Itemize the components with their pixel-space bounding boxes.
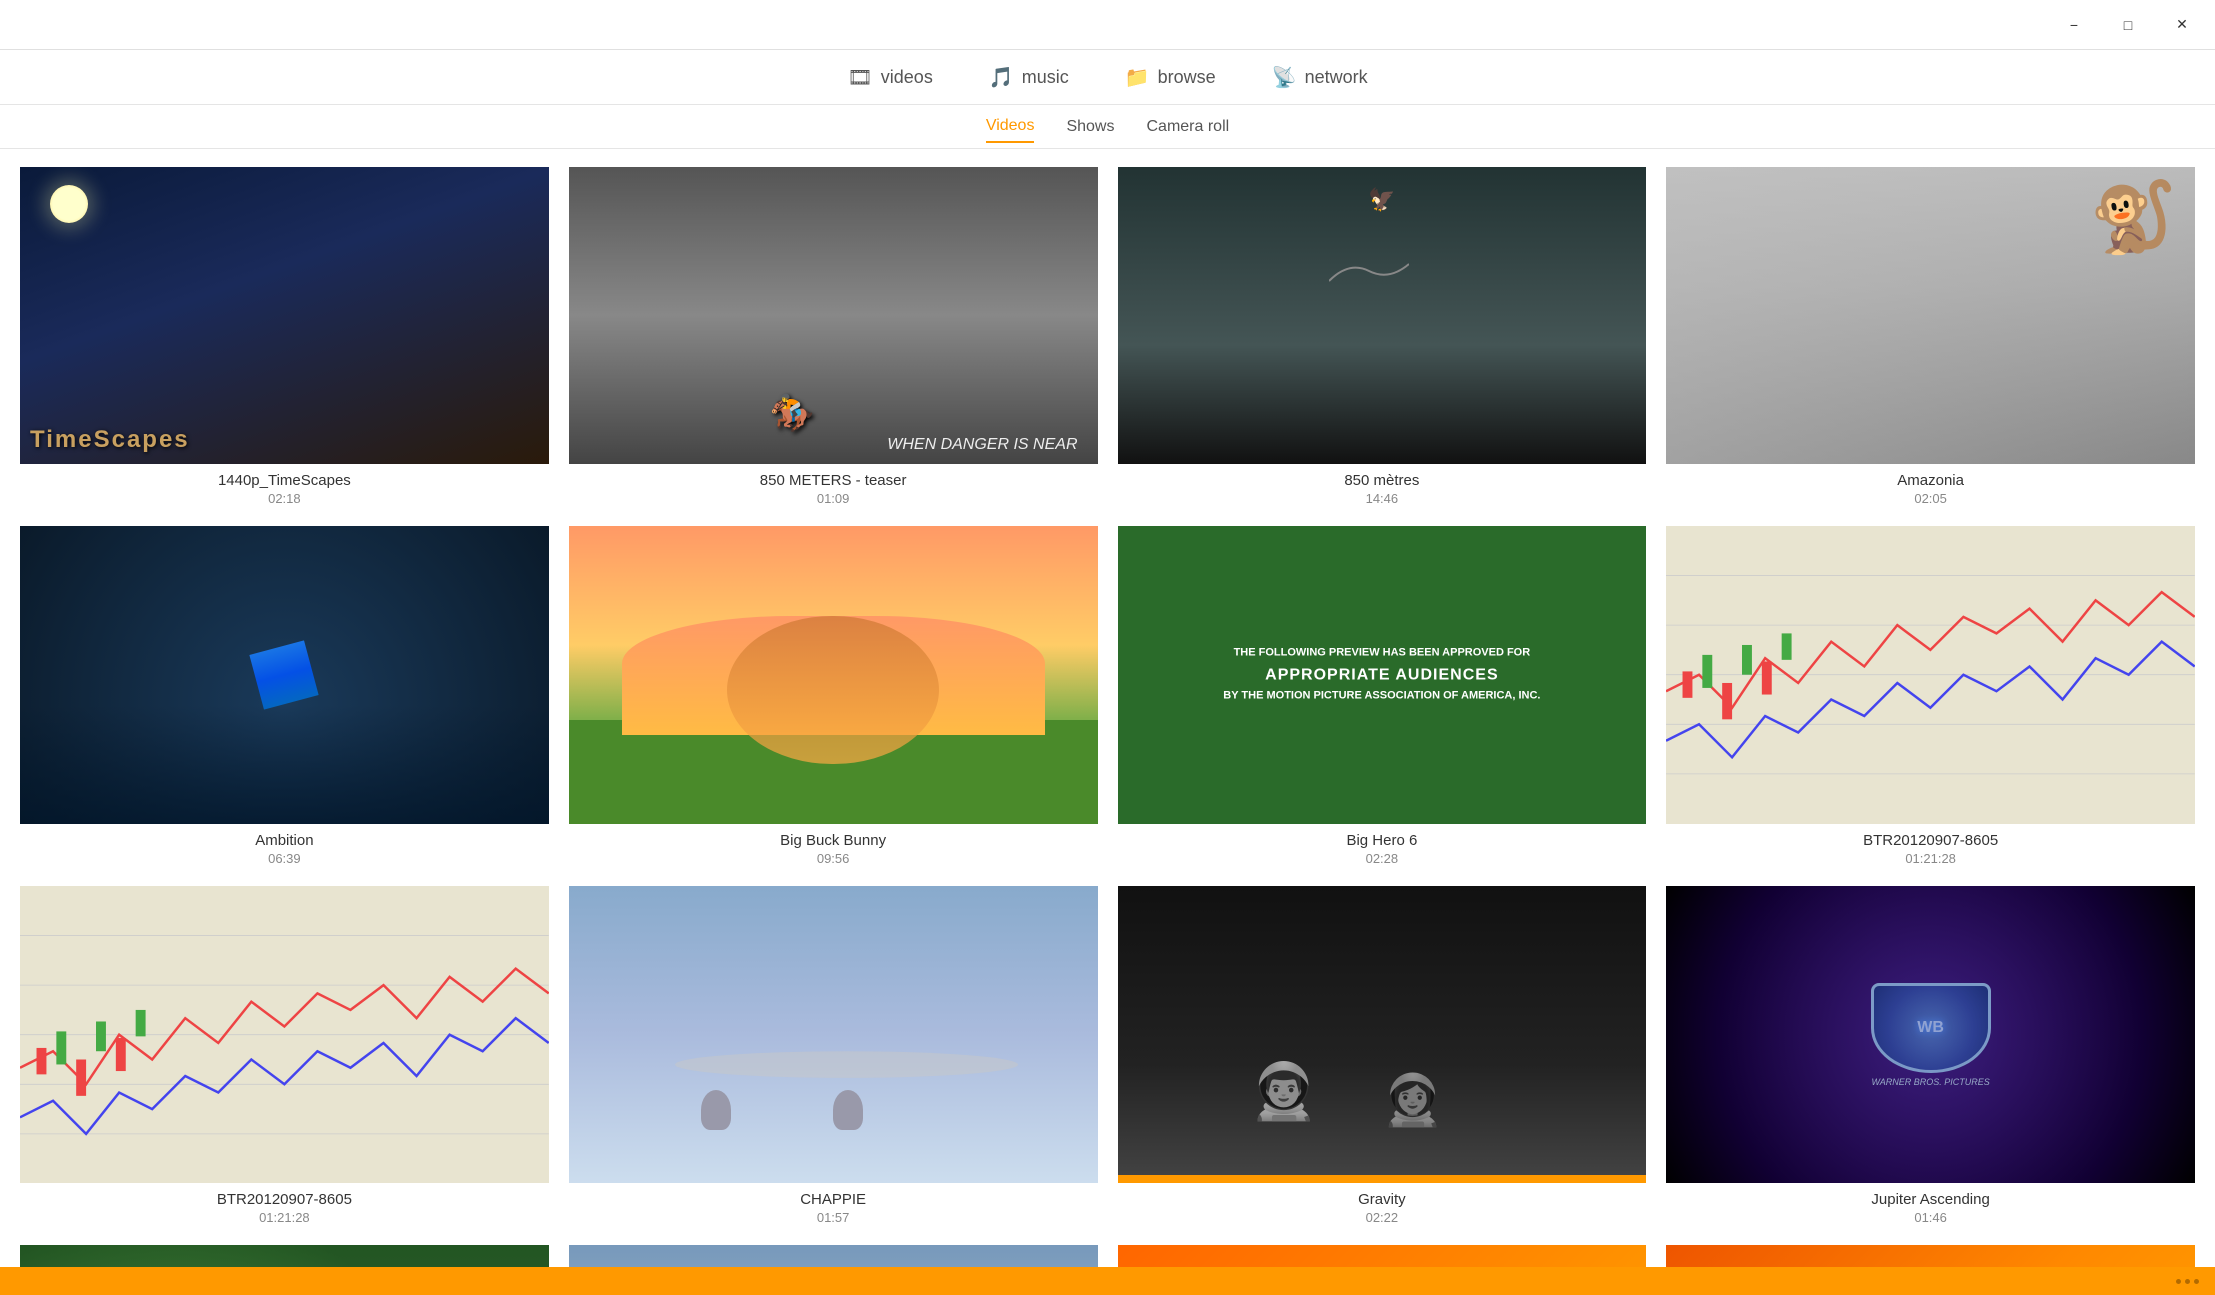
- video-item-ambition[interactable]: Ambition 06:39: [20, 526, 549, 865]
- video-title: Ambition: [255, 832, 313, 849]
- nav-item-browse[interactable]: 📁 browse: [1121, 57, 1220, 98]
- video-title: Big Hero 6: [1346, 832, 1417, 849]
- subnav-shows[interactable]: Shows: [1066, 112, 1114, 142]
- nav-label-browse: browse: [1158, 67, 1216, 88]
- status-dot-3: [2194, 1279, 2199, 1284]
- status-dot-1: [2176, 1279, 2181, 1284]
- video-duration: 01:46: [1914, 1210, 1947, 1225]
- thumb-chappie: [569, 886, 1098, 1183]
- video-title: CHAPPIE: [800, 1191, 866, 1208]
- video-item-bigbuckbunny[interactable]: Big Buck Bunny 09:56: [569, 526, 1098, 865]
- video-item-jupiter[interactable]: WB WARNER BROS. PICTURES Jupiter Ascendi…: [1666, 886, 2195, 1225]
- video-duration: 02:05: [1914, 491, 1947, 506]
- partial-item-hammock[interactable]: [569, 1245, 1098, 1267]
- subnav-camera-roll[interactable]: Camera roll: [1146, 112, 1229, 142]
- video-duration: 06:39: [268, 851, 301, 866]
- partial-item-oulli1[interactable]: oulli: [1118, 1245, 1647, 1267]
- video-item-850metres[interactable]: 🦅 850 mètres 14:46: [1118, 167, 1647, 506]
- thumb-amazonia: 🐒: [1666, 167, 2195, 464]
- video-duration: 14:46: [1366, 491, 1399, 506]
- video-duration: 01:09: [817, 491, 850, 506]
- nav-item-network[interactable]: 📡 network: [1268, 57, 1372, 98]
- video-title: 850 mètres: [1344, 472, 1419, 489]
- nav-item-music[interactable]: 🎵 music: [985, 57, 1073, 98]
- nav-label-videos: videos: [881, 67, 933, 88]
- video-duration: 02:22: [1366, 1210, 1399, 1225]
- video-duration: 01:21:28: [259, 1210, 310, 1225]
- window-controls: − □ ✕: [2051, 9, 2205, 41]
- thumb-bighero6: THE FOLLOWING PREVIEW HAS BEEN APPROVED …: [1118, 526, 1647, 823]
- video-item-bighero6[interactable]: THE FOLLOWING PREVIEW HAS BEEN APPROVED …: [1118, 526, 1647, 865]
- subnav-videos[interactable]: Videos: [986, 111, 1035, 143]
- video-item-chappie[interactable]: CHAPPIE 01:57: [569, 886, 1098, 1225]
- video-title: 1440p_TimeScapes: [218, 472, 351, 489]
- video-duration: 02:28: [1366, 851, 1399, 866]
- music-icon: 🎵: [989, 65, 1014, 90]
- video-title: Jupiter Ascending: [1871, 1191, 1989, 1208]
- video-item-amazonia[interactable]: 🐒 Amazonia 02:05: [1666, 167, 2195, 506]
- nav-item-videos[interactable]: 🎞 videos: [843, 57, 936, 98]
- video-title: BTR20120907-8605: [1863, 832, 1998, 849]
- video-item-btr2[interactable]: BTR20120907-8605 01:21:28: [20, 886, 549, 1225]
- video-title: Amazonia: [1897, 472, 1964, 489]
- minimize-button[interactable]: −: [2051, 9, 2097, 41]
- status-dot-2: [2185, 1279, 2190, 1284]
- video-duration: 01:21:28: [1905, 851, 1956, 866]
- videos-icon: 🎞: [847, 65, 872, 90]
- video-item-850meters[interactable]: 🏇 WHEN DANGER IS NEAR 850 METERS - tease…: [569, 167, 1098, 506]
- nav-label-network: network: [1305, 67, 1368, 88]
- sub-nav: Videos Shows Camera roll: [0, 105, 2215, 149]
- video-duration: 09:56: [817, 851, 850, 866]
- video-item-btr1[interactable]: BTR20120907-8605 01:21:28: [1666, 526, 2195, 865]
- thumb-timescapes: [20, 167, 549, 464]
- close-button[interactable]: ✕: [2159, 9, 2205, 41]
- thumb-850metres: 🦅: [1118, 167, 1647, 464]
- thumb-btr2: [20, 886, 549, 1183]
- video-title: Big Buck Bunny: [780, 832, 886, 849]
- thumb-ambition: [20, 526, 549, 823]
- nav-label-music: music: [1022, 67, 1069, 88]
- browse-icon: 📁: [1125, 65, 1150, 90]
- video-duration: 01:57: [817, 1210, 850, 1225]
- thumb-850meters: 🏇 WHEN DANGER IS NEAR: [569, 167, 1098, 464]
- video-item-gravity[interactable]: 👨‍🚀 👩‍🚀 Gravity 02:22: [1118, 886, 1647, 1225]
- video-duration: 02:18: [268, 491, 301, 506]
- video-item-timescapes[interactable]: 1440p_TimeScapes 02:18: [20, 167, 549, 506]
- status-dots: [2176, 1279, 2199, 1284]
- partial-item-forest[interactable]: [20, 1245, 549, 1267]
- video-grid: 1440p_TimeScapes 02:18 🏇 WHEN DANGER IS …: [20, 167, 2195, 1225]
- status-bar: [0, 1267, 2215, 1295]
- video-title: 850 METERS - teaser: [760, 472, 907, 489]
- main-nav: 🎞 videos 🎵 music 📁 browse 📡 network: [0, 50, 2215, 105]
- video-title: BTR20120907-8605: [217, 1191, 352, 1208]
- thumb-btr1: [1666, 526, 2195, 823]
- network-icon: 📡: [1272, 65, 1297, 90]
- thumb-bigbuckbunny: [569, 526, 1098, 823]
- title-bar: − □ ✕: [0, 0, 2215, 50]
- thumb-jupiter: WB WARNER BROS. PICTURES: [1666, 886, 2195, 1183]
- main-content: 1440p_TimeScapes 02:18 🏇 WHEN DANGER IS …: [0, 149, 2215, 1267]
- partial-bottom-row: oulli oulli: [20, 1245, 2195, 1267]
- video-title: Gravity: [1358, 1191, 1406, 1208]
- thumb-gravity: 👨‍🚀 👩‍🚀: [1118, 886, 1647, 1183]
- maximize-button[interactable]: □: [2105, 9, 2151, 41]
- partial-item-oulli2[interactable]: oulli: [1666, 1245, 2195, 1267]
